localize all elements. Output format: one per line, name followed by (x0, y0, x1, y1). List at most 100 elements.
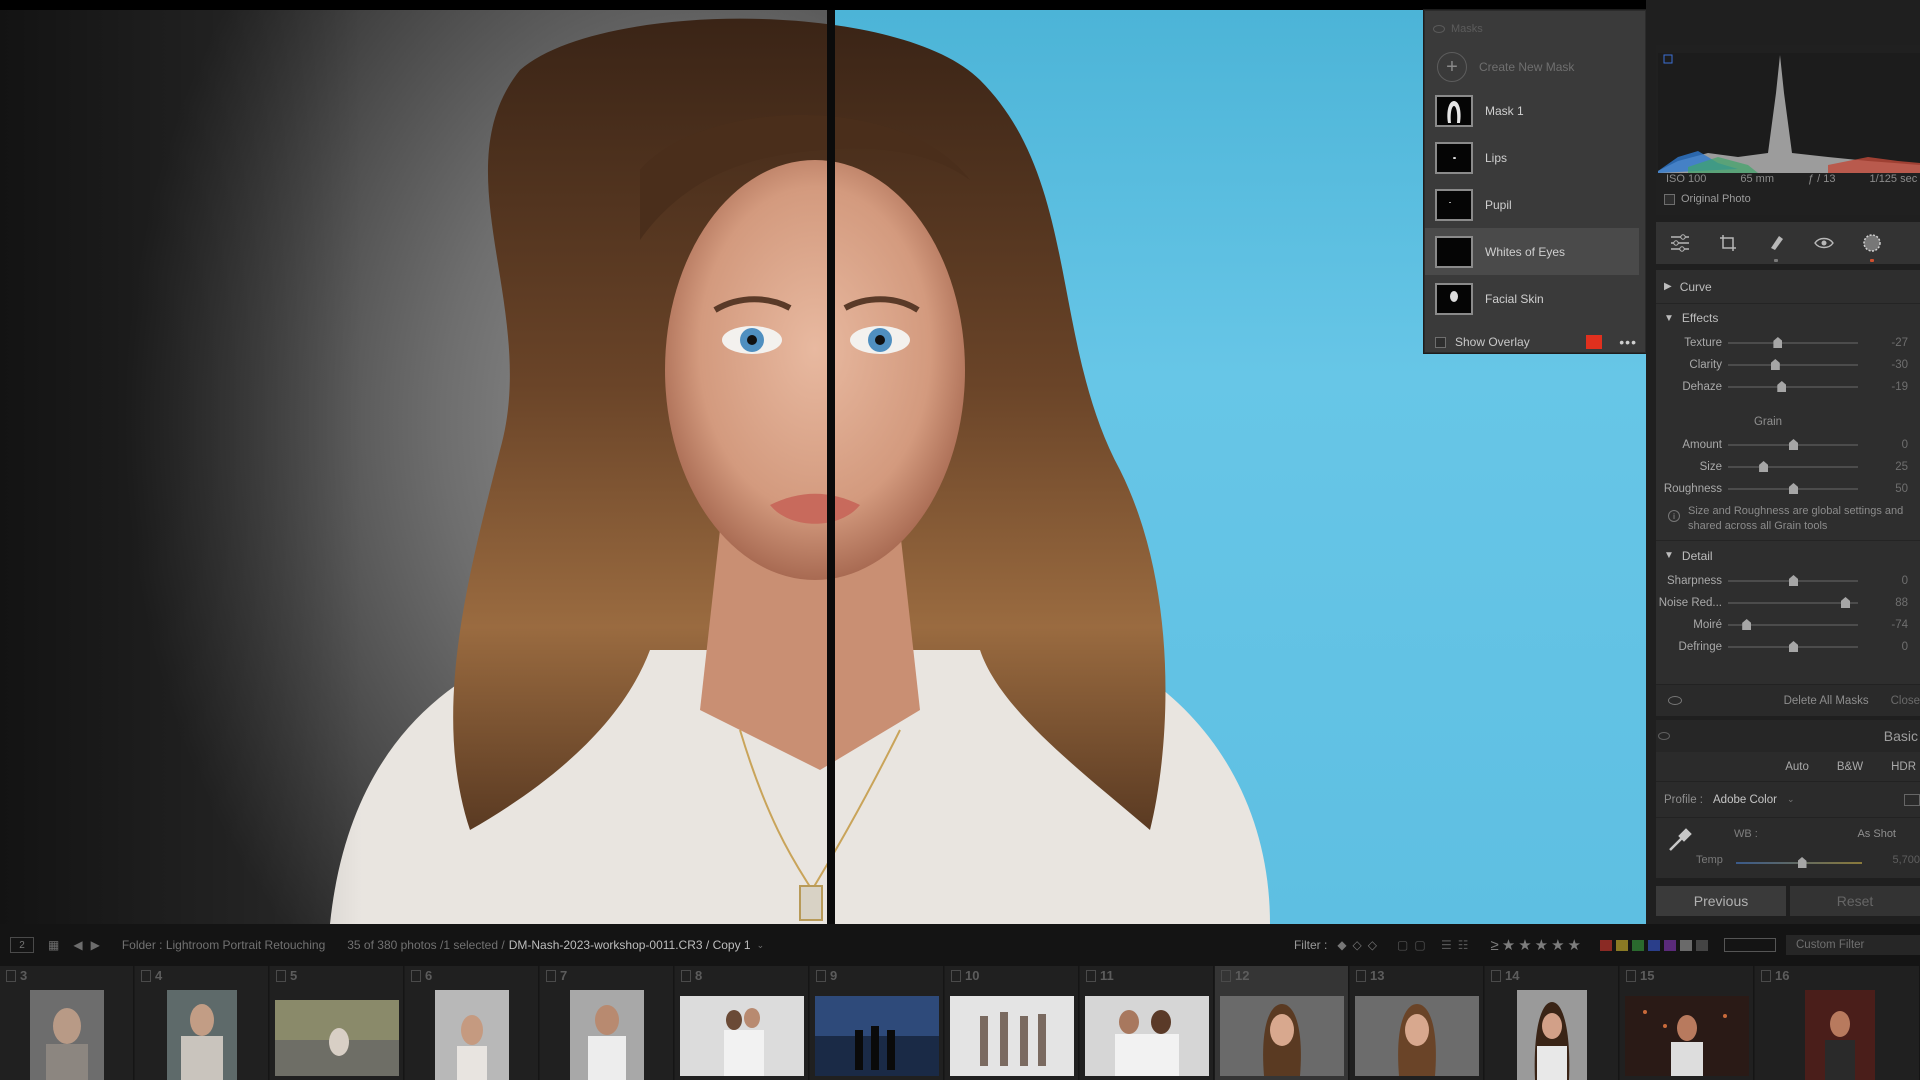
flag-icon[interactable] (816, 970, 826, 982)
filmstrip-thumb[interactable]: 7 (540, 966, 674, 1080)
effects-section-header[interactable]: ▼ Effects (1656, 304, 1920, 332)
defringe-value[interactable]: 0 (1868, 641, 1908, 653)
roughness-slider[interactable] (1728, 483, 1858, 494)
basic-section-header[interactable]: Basic (1656, 720, 1920, 752)
crop-icon[interactable] (1717, 232, 1739, 254)
filmstrip-thumb[interactable]: 16 (1755, 966, 1920, 1080)
slider-thumb[interactable] (1777, 381, 1787, 392)
roughness-value[interactable]: 50 (1868, 483, 1908, 495)
no-label-swatch[interactable] (1696, 939, 1708, 951)
sharpness-value[interactable]: 0 (1868, 575, 1908, 587)
mask-item-pupil[interactable]: Pupil (1425, 181, 1645, 228)
filmstrip-thumb[interactable]: 13 (1350, 966, 1484, 1080)
texture-value[interactable]: -27 (1868, 337, 1908, 349)
defringe-slider[interactable] (1728, 641, 1858, 652)
slider-thumb[interactable] (1797, 857, 1807, 868)
filmstrip-thumb[interactable]: 5 (270, 966, 404, 1080)
color-filter-icons[interactable]: ▢▢ ☰☷ (1397, 938, 1475, 952)
close-masks-button[interactable]: Close (1891, 695, 1920, 707)
original-photo-checkbox[interactable] (1664, 193, 1675, 205)
back-arrow-icon[interactable]: ◀ (73, 938, 82, 952)
photo-canvas[interactable] (0, 10, 1646, 924)
green-label-swatch[interactable] (1632, 939, 1644, 951)
flag-icon[interactable] (6, 970, 16, 982)
filmstrip-thumb[interactable]: 4 (135, 966, 269, 1080)
previous-button[interactable]: Previous (1656, 886, 1786, 916)
filmstrip-thumb[interactable]: 14 (1485, 966, 1619, 1080)
flag-icon[interactable] (1356, 970, 1366, 982)
filmstrip-thumb[interactable]: 6 (405, 966, 539, 1080)
moire-value[interactable]: -74 (1868, 619, 1908, 631)
noise-reduction-slider[interactable] (1728, 597, 1858, 608)
filmstrip-thumb[interactable]: 9 (810, 966, 944, 1080)
filmstrip-thumb[interactable]: 3 (0, 966, 134, 1080)
eyedropper-icon[interactable] (1666, 826, 1694, 857)
flag-icon[interactable] (411, 970, 421, 982)
edit-sliders-icon[interactable] (1669, 232, 1691, 254)
curve-section-header[interactable]: ▶ Curve (1656, 270, 1920, 304)
folder-path[interactable]: Folder : Lightroom Portrait Retouching (122, 938, 325, 952)
noise-reduction-value[interactable]: 88 (1868, 597, 1908, 609)
temp-slider[interactable] (1736, 857, 1862, 868)
wb-dropdown[interactable]: As Shot (1857, 828, 1896, 840)
flag-icon[interactable] (1761, 970, 1771, 982)
mask-item-lips[interactable]: Lips (1425, 134, 1645, 181)
forward-arrow-icon[interactable]: ▶ (91, 938, 100, 952)
mask-item-mask-1[interactable]: Mask 1 (1425, 87, 1645, 134)
temp-value[interactable]: 5,700 (1892, 854, 1920, 866)
mask-item-facial-skin[interactable]: Facial Skin (1425, 275, 1645, 322)
delete-all-masks-button[interactable]: Delete All Masks (1784, 695, 1869, 707)
rating-stars[interactable]: ≥★★★★★ (1491, 936, 1584, 954)
hdr-button[interactable]: HDR (1891, 761, 1916, 773)
current-file-name[interactable]: DM-Nash-2023-workshop-0011.CR3 / Copy 1 (509, 938, 751, 952)
slider-thumb[interactable] (1789, 641, 1798, 652)
moire-slider[interactable] (1728, 619, 1858, 630)
grid-view-icon[interactable]: ▦ (48, 938, 59, 952)
flag-icon[interactable] (1626, 970, 1636, 982)
flag-icon[interactable] (546, 970, 556, 982)
slider-thumb[interactable] (1789, 439, 1798, 450)
slider-thumb[interactable] (1789, 483, 1798, 494)
size-value[interactable]: 25 (1868, 461, 1908, 473)
flag-icon[interactable] (681, 970, 691, 982)
flag-icon[interactable] (141, 970, 151, 982)
color-label-swatches[interactable] (1600, 939, 1708, 951)
before-after-divider[interactable] (827, 10, 835, 924)
slider-thumb[interactable] (1742, 619, 1752, 630)
dehaze-slider[interactable] (1728, 381, 1858, 392)
filmstrip-thumb-selected[interactable]: 12 (1215, 966, 1349, 1080)
slider-thumb[interactable] (1759, 461, 1769, 472)
overlay-color-swatch[interactable] (1586, 335, 1603, 349)
yellow-label-swatch[interactable] (1616, 939, 1628, 951)
flag-icon[interactable] (951, 970, 961, 982)
visibility-eye-icon[interactable] (1658, 732, 1670, 740)
filmstrip-thumb[interactable]: 8 (675, 966, 809, 1080)
red-label-swatch[interactable] (1600, 939, 1612, 951)
flag-icon[interactable] (1491, 970, 1501, 982)
healing-brush-icon[interactable] (1765, 232, 1787, 262)
show-overlay-checkbox[interactable] (1435, 336, 1446, 348)
size-slider[interactable] (1728, 461, 1858, 472)
profile-dropdown[interactable]: Adobe Color (1713, 794, 1777, 806)
sharpness-slider[interactable] (1728, 575, 1858, 586)
custom-filter-dropdown[interactable]: Custom Filter (1786, 935, 1920, 955)
gray-label-swatch[interactable] (1680, 939, 1692, 951)
flag-icon[interactable] (1221, 970, 1231, 982)
amount-value[interactable]: 0 (1868, 439, 1908, 451)
secondary-display-button[interactable]: 2 (10, 937, 34, 953)
flag-icon[interactable] (276, 970, 286, 982)
mask-item-whites-of-eyes[interactable]: Whites of Eyes (1425, 228, 1639, 275)
chevron-down-icon[interactable]: ⌄ (757, 940, 765, 951)
filmstrip-thumb[interactable]: 15 (1620, 966, 1754, 1080)
slider-thumb[interactable] (1841, 597, 1850, 608)
flag-filter-icons[interactable]: ◆◇◇ (1337, 938, 1383, 952)
more-options-icon[interactable]: ••• (1611, 334, 1645, 350)
masking-icon[interactable] (1861, 232, 1883, 262)
filter-mode-icons[interactable] (1724, 938, 1776, 952)
bw-button[interactable]: B&W (1837, 761, 1863, 773)
purple-label-swatch[interactable] (1664, 939, 1676, 951)
eye-icon[interactable] (1433, 25, 1445, 33)
slider-thumb[interactable] (1773, 337, 1783, 348)
amount-slider[interactable] (1728, 439, 1858, 450)
red-eye-icon[interactable] (1813, 232, 1835, 254)
